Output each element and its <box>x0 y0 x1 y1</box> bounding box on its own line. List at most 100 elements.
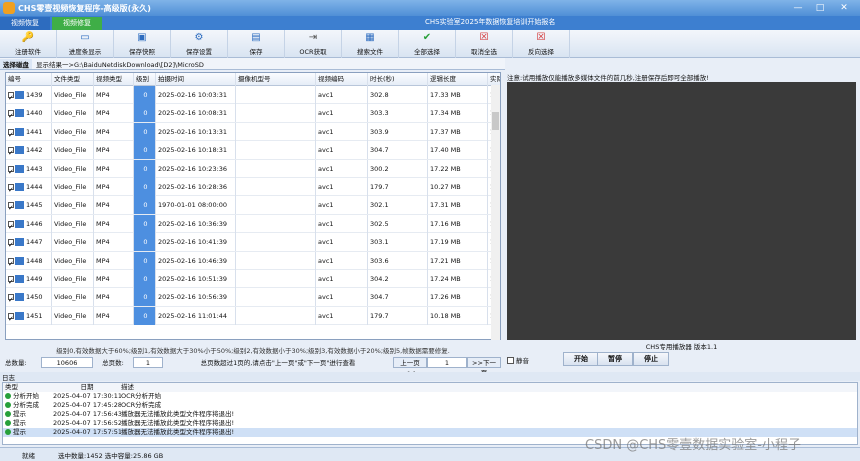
table-row[interactable]: 1442 Video_FileMP402025-02-16 10:18:31 avc… <box>6 141 500 160</box>
table-cell <box>236 177 316 196</box>
ocr-button[interactable]: ⇥ OCR获取 <box>285 30 342 58</box>
save-snapshot-button[interactable]: ▣ 保存快照 <box>114 30 171 58</box>
table-cell <box>236 122 316 141</box>
table-row[interactable]: 1450 Video_FileMP402025-02-16 10:56:39 avc… <box>6 288 500 307</box>
table-cell: avc1 <box>316 214 368 233</box>
table-cell: 0 <box>134 214 156 233</box>
table-row[interactable]: 1443 Video_FileMP402025-02-16 10:23:36 avc… <box>6 159 500 178</box>
table-cell: 0 <box>134 269 156 288</box>
col-header[interactable]: 视频类型 <box>94 73 134 86</box>
mute-checkbox[interactable] <box>507 356 514 364</box>
table-cell <box>236 288 316 307</box>
log-row[interactable]: 分析开始 2025-04-07 17:30:11 OCR分析开始 <box>3 392 857 401</box>
select-disk-button[interactable]: 选择磁盘 <box>0 58 32 69</box>
table-cell: 0 <box>134 141 156 160</box>
log-type: 分析完成 <box>13 401 39 409</box>
row-checkbox[interactable] <box>8 199 14 214</box>
table-cell: Video_File <box>52 288 94 307</box>
minimize-icon[interactable]: — <box>790 2 806 14</box>
table-row[interactable]: 1448 Video_FileMP402025-02-16 10:46:39 avc… <box>6 251 500 270</box>
table-row[interactable]: 1449 Video_FileMP402025-02-16 10:51:39 avc… <box>6 269 500 289</box>
table-cell: avc1 <box>316 177 368 196</box>
register-button[interactable]: 🔑 注册软件 <box>0 30 57 58</box>
table-cell: 303.6 <box>368 251 428 270</box>
row-checkbox[interactable] <box>8 218 14 233</box>
table-cell: 0 <box>134 159 156 178</box>
table-row[interactable]: 1444 Video_FileMP402025-02-16 10:28:36 avc… <box>6 177 500 197</box>
level-legend: 级别0,有效数据大于60%;级别1,有效数据大于30%小于50%;级别2,有效数… <box>56 347 450 355</box>
table-cell: avc1 <box>316 306 368 325</box>
col-header[interactable]: 级别 <box>134 73 156 86</box>
table-cell: avc1 <box>316 159 368 178</box>
video-file-icon <box>15 91 24 99</box>
table-row[interactable]: 1440 Video_FileMP402025-02-16 10:08:31 avc… <box>6 104 500 123</box>
table-cell: MP4 <box>94 122 134 141</box>
page-input[interactable]: 1 <box>427 356 467 368</box>
play-button[interactable]: 开始 <box>563 352 599 366</box>
table-scroll-thumb[interactable] <box>492 112 499 130</box>
col-header[interactable]: 文件类型 <box>52 73 94 86</box>
row-number: 1445 <box>26 201 43 210</box>
table-cell: 1444 <box>6 177 52 196</box>
row-checkbox[interactable] <box>8 236 14 251</box>
table-cell: 1447 <box>6 233 52 252</box>
row-checkbox[interactable] <box>8 310 14 325</box>
row-number: 1442 <box>26 146 43 155</box>
table-cell: 17.24 MB <box>428 269 488 288</box>
table-row[interactable]: 1446 Video_FileMP402025-02-16 10:36:39 avc… <box>6 214 500 234</box>
table-cell: MP4 <box>94 177 134 196</box>
table-cell <box>236 269 316 288</box>
log-row[interactable]: 提示 2025-04-07 17:56:43 播放器无法播放此类型文件程序将退出! <box>3 410 857 419</box>
next-page-button[interactable]: >>下一页 <box>467 356 501 377</box>
log-row[interactable]: 提示 2025-04-07 17:56:52 播放器无法播放此类型文件程序将退出! <box>3 419 857 428</box>
row-checkbox[interactable] <box>8 291 14 306</box>
row-number: 1450 <box>26 293 43 302</box>
col-header[interactable]: 视频编码 <box>316 73 368 86</box>
tab-video-recovery[interactable]: 视频恢复 <box>0 17 50 30</box>
tab-video-repair[interactable]: 视频修复 <box>52 17 102 30</box>
progress-display-button[interactable]: ▭ 进度条显示 <box>57 30 114 58</box>
close-icon[interactable]: ✕ <box>836 2 852 14</box>
video-player[interactable] <box>507 82 856 340</box>
pause-button[interactable]: 暂停 <box>597 352 633 366</box>
video-file-icon <box>15 293 24 302</box>
col-header[interactable]: 逻辑长度 <box>428 73 488 86</box>
row-checkbox[interactable] <box>8 163 14 178</box>
training-notice-link[interactable]: CHS实验室2025年数据恢复培训开始报名 <box>425 17 555 27</box>
col-header[interactable]: 拍摄时间 <box>156 73 236 86</box>
row-checkbox[interactable] <box>8 255 14 270</box>
col-header[interactable]: 时长(秒) <box>368 73 428 86</box>
invert-selection-button[interactable]: ☒ 反向选择 <box>513 30 570 58</box>
log-body: 分析开始 2025-04-07 17:30:11 OCR分析开始 分析完成 2025-0… <box>3 392 857 437</box>
row-checkbox[interactable] <box>8 89 14 104</box>
deselect-all-button[interactable]: ☒ 取消全选 <box>456 30 513 58</box>
table-row[interactable]: 1445 Video_FileMP401970-01-01 08:00:00 avc… <box>6 196 500 215</box>
table-cell <box>236 141 316 160</box>
table-cell: 1450 <box>6 288 52 307</box>
maximize-icon[interactable]: □ <box>812 2 828 14</box>
table-row[interactable]: 1441 Video_FileMP402025-02-16 10:13:31 avc… <box>6 122 500 142</box>
selection-summary: 选中数量:1452 选中容量:25.86 GB <box>58 451 164 460</box>
log-cell: 2025-04-07 17:45:28 <box>53 401 121 409</box>
select-all-button[interactable]: ✔ 全部选择 <box>399 30 456 58</box>
save-button[interactable]: ▤ 保存 <box>228 30 285 58</box>
table-row[interactable]: 1451 Video_FileMP402025-02-16 11:01:44 avc… <box>6 306 500 326</box>
row-checkbox[interactable] <box>8 126 14 141</box>
title-bar: CHS零壹视频恢复程序-高级版(永久) — □ ✕ <box>0 0 860 16</box>
save-settings-button[interactable]: ⚙ 保存设置 <box>171 30 228 58</box>
row-checkbox[interactable] <box>8 107 14 122</box>
stop-button[interactable]: 停止 <box>633 352 669 366</box>
table-row[interactable]: 1447 Video_FileMP402025-02-16 10:41:39 avc… <box>6 233 500 252</box>
row-checkbox[interactable] <box>8 181 14 196</box>
table-row[interactable]: 1439 Video_FileMP402025-02-16 10:03:31 avc… <box>6 86 500 105</box>
col-header[interactable]: 编号 <box>6 73 52 86</box>
row-checkbox[interactable] <box>8 144 14 159</box>
row-checkbox[interactable] <box>8 273 14 288</box>
table-cell: 2025-02-16 10:03:31 <box>156 86 236 104</box>
prev-page-button[interactable]: 上一页<< <box>393 356 427 377</box>
log-row[interactable]: 分析完成 2025-04-07 17:45:28 OCR分析完成 <box>3 401 857 410</box>
col-header[interactable]: 摄像机型号 <box>236 73 316 86</box>
table-cell: 2025-02-16 10:56:39 <box>156 288 236 307</box>
mute-toggle[interactable]: 静音 <box>507 355 529 365</box>
search-files-button[interactable]: ▦ 搜索文件 <box>342 30 399 58</box>
